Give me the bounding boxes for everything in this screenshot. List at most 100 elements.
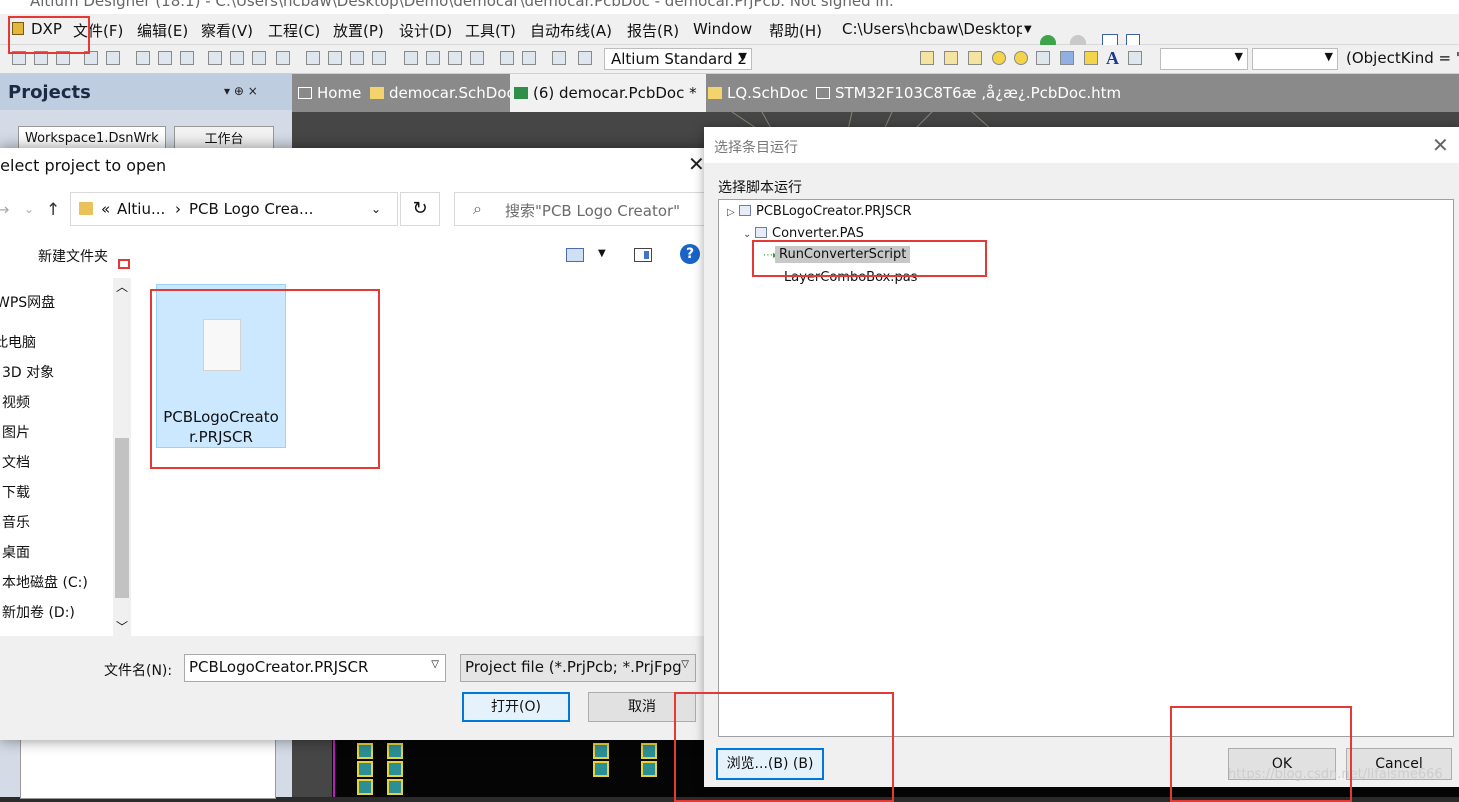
nav-item-desktop[interactable]: 桌面 bbox=[2, 542, 30, 562]
polygon-icon[interactable] bbox=[1084, 51, 1098, 65]
nav-item-downloads[interactable]: 下载 bbox=[2, 482, 30, 502]
menu-tools[interactable]: 工具(T) bbox=[465, 20, 516, 41]
route-multiple-icon[interactable] bbox=[944, 51, 958, 65]
nav-item-3d-objects[interactable]: 3D 对象 bbox=[2, 362, 54, 382]
chevron-up-icon[interactable]: ︿ bbox=[116, 278, 128, 295]
pad-icon[interactable] bbox=[992, 51, 1006, 65]
zoom-fit-icon[interactable] bbox=[208, 51, 222, 65]
new-doc-icon[interactable] bbox=[12, 51, 26, 65]
string-icon[interactable]: A bbox=[1106, 48, 1119, 69]
menu-file[interactable]: 文件(F) bbox=[73, 20, 123, 41]
nav-scrollbar[interactable]: ︿ ﹀ bbox=[113, 278, 131, 636]
tab-stm32-pcbdoc-htm[interactable]: STM32F103C8T6æ ‚å¿æ¿.PcbDoc.htm bbox=[812, 74, 1121, 112]
scope-combo[interactable]: ▼ bbox=[1252, 48, 1338, 70]
menu-window[interactable]: Window bbox=[693, 20, 752, 38]
paste-icon[interactable] bbox=[350, 51, 364, 65]
nav-item-new-volume-d[interactable]: 新加卷 (D:) bbox=[2, 602, 75, 622]
browse-button[interactable]: 浏览...(B) (B) bbox=[716, 748, 824, 780]
menu-reports[interactable]: 报告(R) bbox=[627, 20, 679, 41]
change-view-icon[interactable] bbox=[566, 248, 584, 262]
filter-expression[interactable]: (ObjectKind = 'T bbox=[1340, 48, 1459, 70]
close-icon[interactable]: ✕ bbox=[688, 152, 705, 176]
redo-icon[interactable] bbox=[522, 51, 536, 65]
filename-input[interactable]: PCBLogoCreator.PRJSCR ▽ bbox=[184, 654, 446, 682]
up-arrow-icon[interactable]: ↑ bbox=[46, 200, 60, 220]
browse-components-icon[interactable] bbox=[578, 51, 592, 65]
tab-democar-schdoc[interactable]: democar.SchDoc bbox=[366, 74, 515, 112]
chevron-down-icon[interactable]: ﹀ bbox=[116, 618, 128, 635]
zoom-filter-icon[interactable] bbox=[276, 51, 290, 65]
zoom-selected-icon[interactable] bbox=[252, 51, 266, 65]
undo-icon[interactable] bbox=[500, 51, 514, 65]
address-bar[interactable]: « Altiu... › PCB Logo Crea... ⌄ bbox=[70, 192, 398, 226]
chevron-down-icon[interactable]: ▼ bbox=[598, 248, 606, 259]
menu-help[interactable]: 帮助(H) bbox=[769, 20, 822, 41]
cancel-button[interactable]: 取消 bbox=[588, 692, 696, 722]
open-button[interactable]: 打开(O) bbox=[462, 692, 570, 722]
select-area-icon[interactable] bbox=[404, 51, 418, 65]
copy-icon[interactable] bbox=[328, 51, 342, 65]
chevron-right-icon[interactable]: ▷ bbox=[727, 207, 739, 218]
layer-icon[interactable] bbox=[180, 51, 194, 65]
interactive-route-icon[interactable] bbox=[920, 51, 934, 65]
path-combo-arrow-icon[interactable]: ▼ bbox=[1024, 24, 1032, 35]
fill-icon[interactable] bbox=[1060, 51, 1074, 65]
scrollbar-thumb[interactable] bbox=[115, 438, 129, 598]
nav-item-wps-cloud[interactable]: WPS网盘 bbox=[0, 292, 55, 312]
breadcrumb-pcb-logo-creator[interactable]: PCB Logo Crea... bbox=[189, 200, 313, 218]
back-arrow-icon[interactable]: → bbox=[0, 200, 9, 219]
tab-home[interactable]: Home bbox=[294, 74, 366, 112]
file-item-pcblogocreator[interactable]: PCBLogoCreator.PRJSCR bbox=[156, 284, 286, 448]
preview-pane-icon[interactable] bbox=[634, 248, 652, 262]
chevron-down-icon[interactable]: ⌄ bbox=[371, 202, 381, 216]
deselect-icon[interactable] bbox=[448, 51, 462, 65]
filetype-select[interactable]: Project file (*.PrjPcb; *.PrjFpg ▽ bbox=[460, 654, 696, 682]
print-icon[interactable] bbox=[84, 51, 98, 65]
move-icon[interactable] bbox=[426, 51, 440, 65]
save-icon[interactable] bbox=[56, 51, 70, 65]
nav-item-pictures[interactable]: 图片 bbox=[2, 422, 30, 442]
project-tree[interactable] bbox=[20, 734, 276, 799]
nav-item-documents[interactable]: 文档 bbox=[2, 452, 30, 472]
tree-item-project[interactable]: ▷ PCBLogoCreator.PRJSCR bbox=[727, 204, 912, 219]
nav-item-local-disk-c[interactable]: 本地磁盘 (C:) bbox=[2, 572, 88, 592]
tab-democar-pcbdoc[interactable]: (6) democar.PcbDoc * bbox=[510, 74, 706, 112]
refresh-icon[interactable]: ↻ bbox=[400, 192, 440, 226]
nav-item-music[interactable]: 音乐 bbox=[2, 512, 30, 532]
print-preview-icon[interactable] bbox=[106, 51, 120, 65]
rubber-stamp-icon[interactable] bbox=[372, 51, 386, 65]
menu-autoroute[interactable]: 自动布线(A) bbox=[530, 20, 612, 41]
search-input[interactable]: ⌕ 搜索"PCB Logo Creator" bbox=[454, 192, 706, 226]
menu-design[interactable]: 设计(D) bbox=[399, 20, 452, 41]
tree-item-runconverterscript[interactable]: ⋯▸RunConverterScript bbox=[763, 246, 911, 263]
tree-item-layercombobox[interactable]: LayerComboBox.pas bbox=[755, 270, 917, 285]
breadcrumb-altium[interactable]: Altiu... bbox=[117, 200, 165, 218]
tab-lq-schdoc[interactable]: LQ.SchDoc bbox=[704, 74, 814, 112]
board-icon[interactable] bbox=[158, 51, 172, 65]
chevron-down-icon[interactable]: ⌄ bbox=[24, 202, 34, 216]
component-icon[interactable] bbox=[1128, 51, 1142, 65]
menu-edit[interactable]: 编辑(E) bbox=[137, 20, 188, 41]
via-icon[interactable] bbox=[1014, 51, 1028, 65]
clear-filter-icon[interactable] bbox=[470, 51, 484, 65]
zoom-area-icon[interactable] bbox=[230, 51, 244, 65]
chevron-down-icon[interactable]: ▽ bbox=[431, 659, 439, 670]
tree-item-converter-pas[interactable]: ⌄ Converter.PAS bbox=[743, 226, 864, 241]
menu-view[interactable]: 察看(V) bbox=[201, 20, 253, 41]
3d-view-icon[interactable] bbox=[136, 51, 150, 65]
nav-item-this-pc[interactable]: 此电脑 bbox=[0, 332, 36, 352]
diff-pair-icon[interactable] bbox=[968, 51, 982, 65]
menu-dxp[interactable]: DXP bbox=[31, 20, 62, 38]
menu-project[interactable]: 工程(C) bbox=[268, 20, 320, 41]
help-icon[interactable]: ? bbox=[680, 244, 700, 264]
chevron-down-icon[interactable]: ⌄ bbox=[743, 229, 755, 240]
arc-icon[interactable] bbox=[1036, 51, 1050, 65]
new-folder-button[interactable]: 新建文件夹 bbox=[38, 246, 108, 266]
breadcrumb-overflow[interactable]: « bbox=[101, 200, 110, 218]
panel-pin-icon[interactable]: ▾ ⊕ × bbox=[224, 84, 258, 98]
open-folder-icon[interactable] bbox=[34, 51, 48, 65]
close-icon[interactable]: ✕ bbox=[1432, 133, 1449, 157]
menu-place[interactable]: 放置(P) bbox=[333, 20, 384, 41]
view-config-combo[interactable]: Altium Standard 2 ▼ bbox=[604, 48, 752, 70]
path-combo[interactable]: C:\Users\hcbaw\Desktop bbox=[842, 20, 1022, 38]
